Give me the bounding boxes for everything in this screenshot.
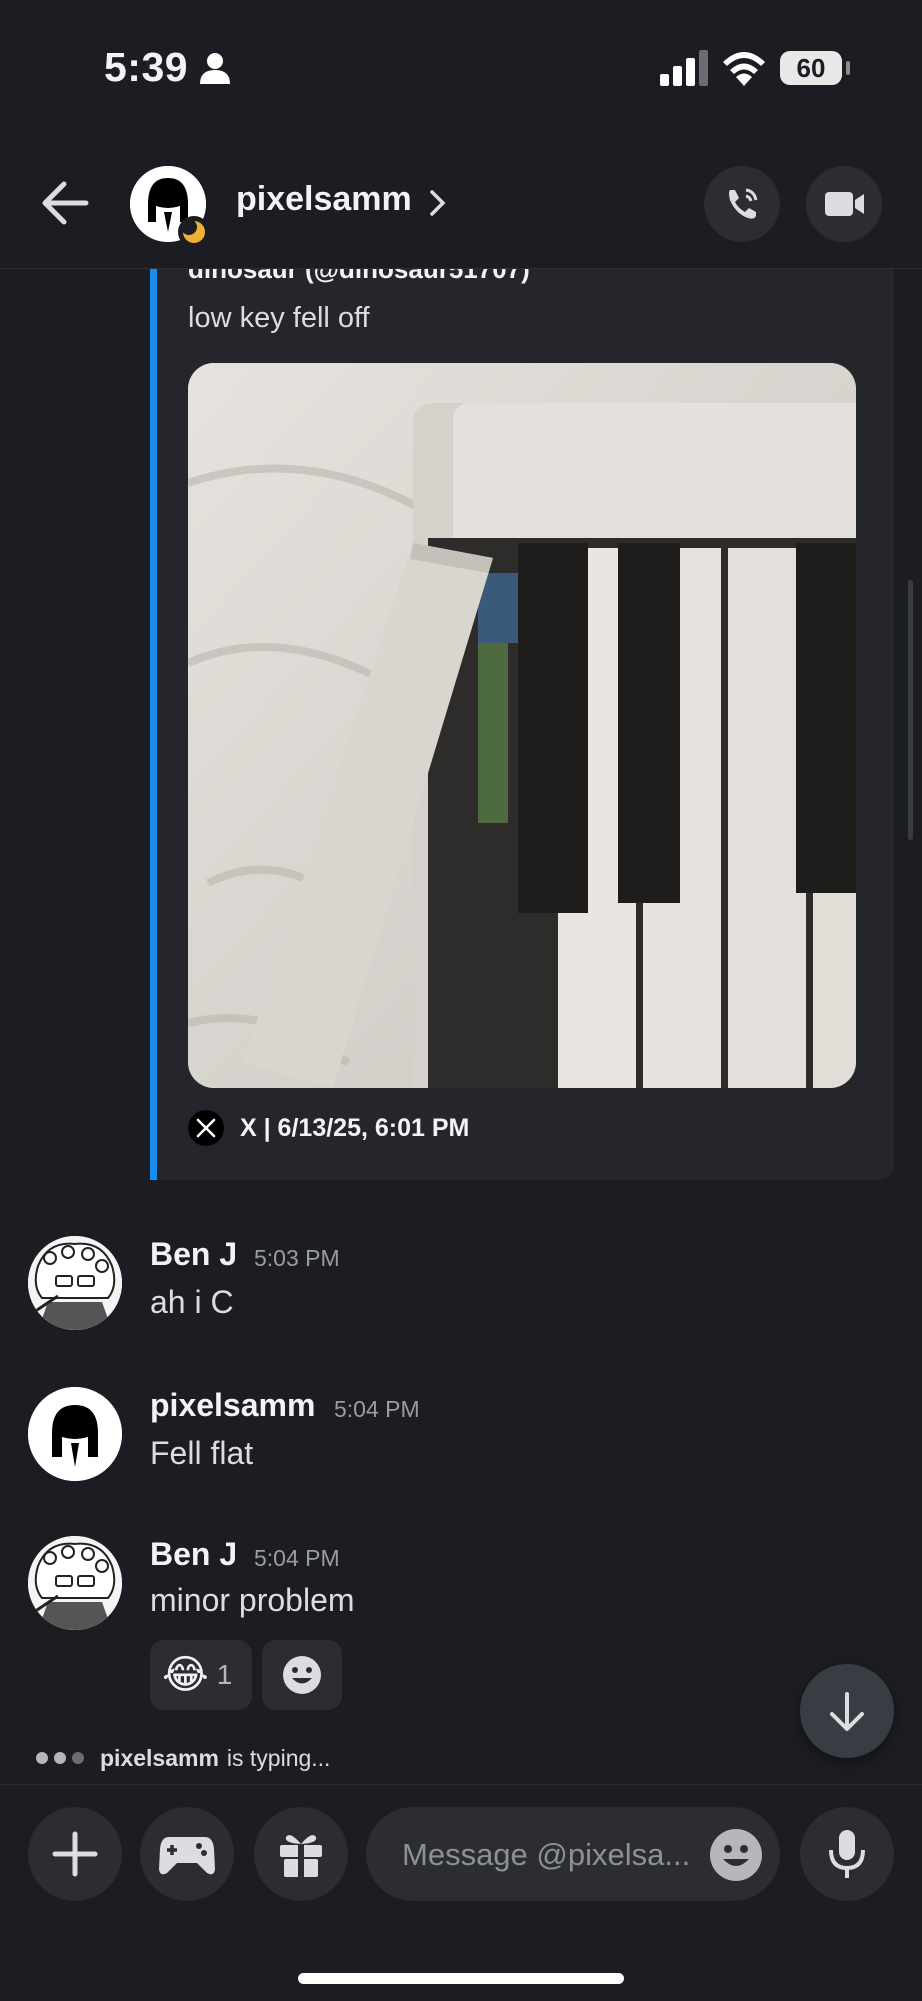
microphone-icon [829, 1830, 865, 1878]
wifi-icon [723, 52, 765, 86]
battery-tip [846, 61, 850, 75]
embed-text: low key fell off [188, 302, 370, 334]
emoji-picker-button[interactable] [710, 1829, 762, 1881]
voice-message-button[interactable] [800, 1807, 894, 1901]
home-indicator[interactable] [298, 1973, 624, 1984]
reaction-count: 1 [216, 1659, 233, 1690]
message-timestamp: 5:03 PM [254, 1245, 340, 1271]
embed-image[interactable] [188, 363, 856, 1088]
message-text: Fell flat [150, 1435, 254, 1471]
person-icon [200, 53, 230, 84]
typing-indicator: pixelsamm is typing... [36, 1740, 330, 1776]
plus-icon [52, 1831, 98, 1877]
x-logo-icon [188, 1110, 224, 1146]
message-author[interactable]: Ben J [150, 1536, 237, 1573]
battery-indicator: 60 [780, 51, 842, 85]
gift-button[interactable] [254, 1807, 348, 1901]
embed-footer-text: X | 6/13/25, 6:01 PM [240, 1113, 470, 1142]
typing-dots [36, 1752, 84, 1764]
reaction-laugh[interactable]: 😂 1 [150, 1640, 252, 1710]
message-text: minor problem [150, 1582, 355, 1618]
message-timestamp: 5:04 PM [334, 1396, 420, 1422]
idle-moon-icon [178, 216, 210, 248]
message-author[interactable]: pixelsamm [150, 1387, 315, 1424]
avatar[interactable] [28, 1536, 122, 1630]
typing-text: is typing... [226, 1744, 331, 1771]
jump-to-present-button[interactable] [800, 1664, 894, 1758]
dm-header: pixelsamm [0, 140, 922, 269]
status-time: 5:39 [104, 44, 189, 90]
activities-button[interactable] [140, 1807, 234, 1901]
add-attachment-button[interactable] [28, 1807, 122, 1901]
avatar[interactable] [28, 1236, 122, 1330]
voice-call-button[interactable] [704, 166, 780, 242]
avatar[interactable] [28, 1387, 122, 1481]
reaction-emoji: 😂 [162, 1653, 209, 1697]
add-reaction-button[interactable] [262, 1640, 342, 1710]
piano-photo [188, 363, 856, 1088]
message-author[interactable]: Ben J [150, 1236, 237, 1273]
smiley-icon [283, 1656, 321, 1694]
message-timestamp: 5:04 PM [254, 1545, 340, 1571]
video-camera-icon [825, 192, 864, 216]
avatar-image [28, 1387, 122, 1481]
typing-username: pixelsamm [100, 1744, 219, 1771]
message-text: ah i C [150, 1284, 234, 1320]
twitter-embed[interactable]: dinosaur (@dinosaur51707) low key fell o… [150, 230, 894, 1180]
chevron-right-icon[interactable] [428, 188, 448, 218]
message-input[interactable] [400, 1807, 704, 1903]
gamepad-icon [159, 1837, 215, 1875]
message-input-container[interactable] [366, 1807, 780, 1903]
back-arrow-icon[interactable] [40, 180, 90, 226]
signal-icon [660, 50, 708, 86]
smiley-icon [723, 1845, 749, 1866]
status-bar: 5:39 60 [0, 0, 922, 140]
arrow-down-icon [830, 1692, 864, 1731]
message-composer [0, 1784, 922, 2001]
scrollbar[interactable] [908, 580, 913, 840]
embed-accent-bar [150, 230, 157, 1180]
manga-avatar-image [28, 1536, 122, 1630]
embed-footer: X | 6/13/25, 6:01 PM [188, 1110, 469, 1146]
gift-icon [280, 1835, 322, 1877]
video-call-button[interactable] [806, 166, 882, 242]
phone-icon [729, 188, 758, 219]
dm-username[interactable]: pixelsamm [236, 180, 412, 219]
manga-avatar-image [28, 1236, 122, 1330]
